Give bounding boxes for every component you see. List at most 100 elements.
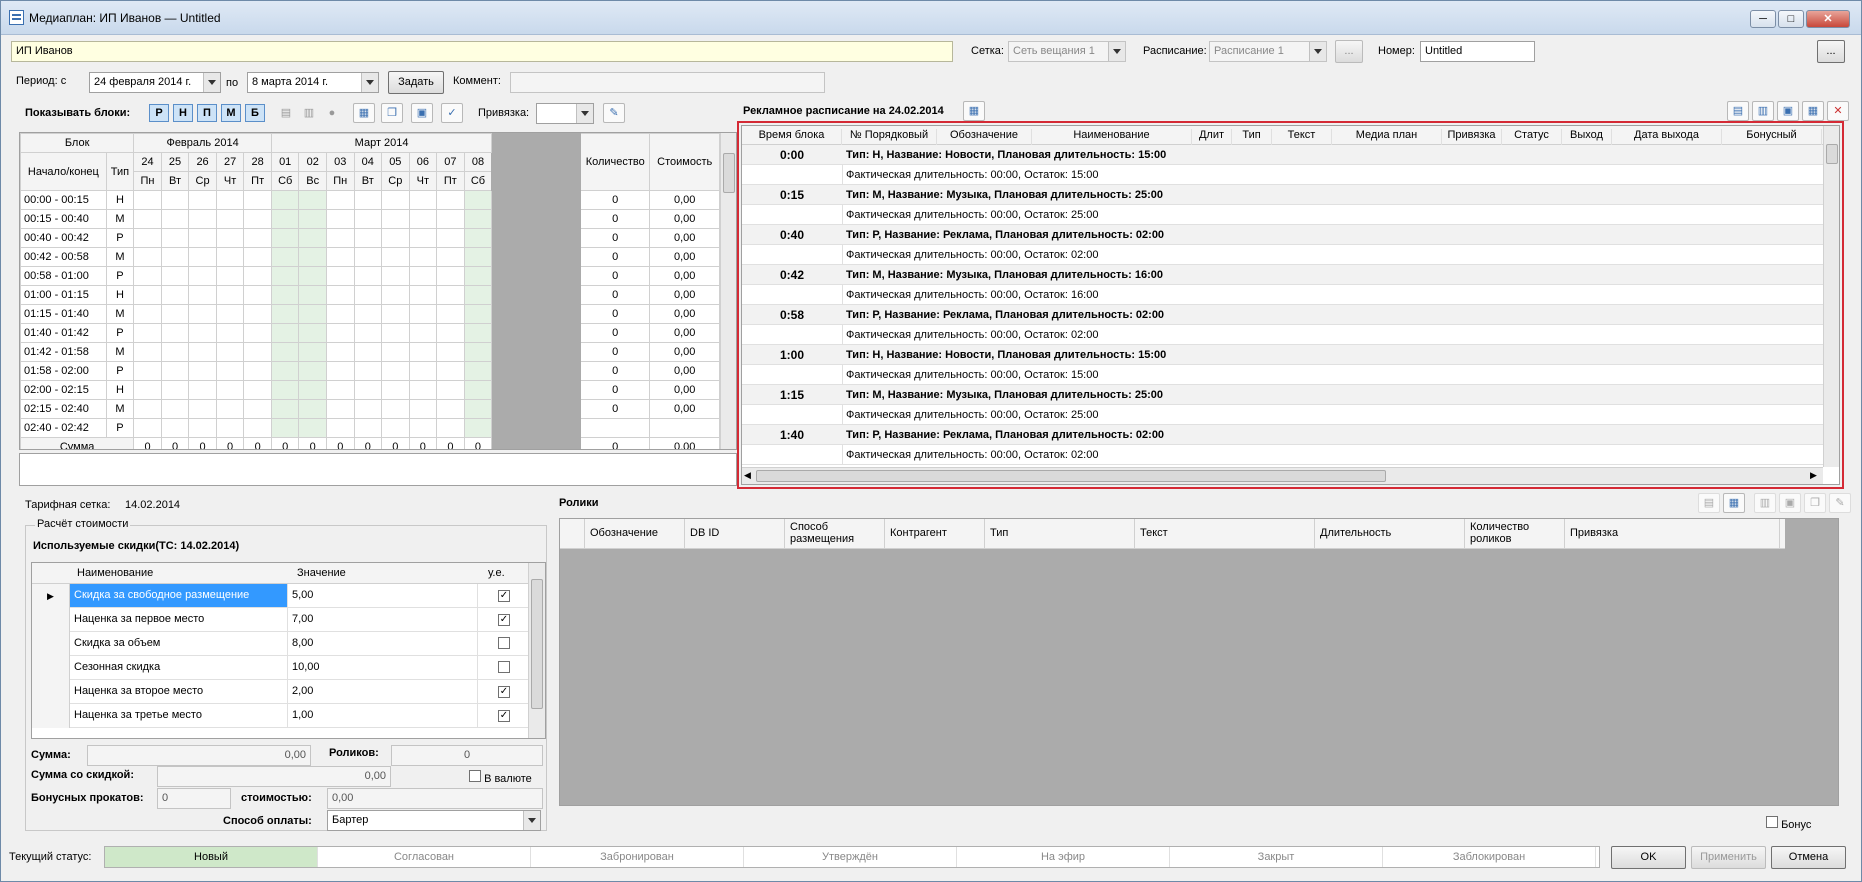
toggle-program-blocks[interactable]: П xyxy=(197,104,217,122)
day-cell[interactable] xyxy=(353,247,383,267)
day-cell[interactable] xyxy=(353,418,383,438)
day-cell[interactable] xyxy=(325,342,355,362)
comment-field[interactable] xyxy=(510,72,825,93)
day-cell[interactable] xyxy=(353,266,383,286)
day-cell[interactable] xyxy=(463,399,493,419)
day-cell[interactable] xyxy=(325,228,355,248)
day-cell[interactable] xyxy=(133,247,162,267)
day-cell[interactable] xyxy=(270,323,300,343)
day-cell[interactable] xyxy=(298,342,327,362)
day-cell[interactable] xyxy=(353,285,383,305)
day-cell[interactable] xyxy=(243,342,272,362)
day-cell[interactable] xyxy=(160,399,190,419)
day-cell[interactable] xyxy=(463,304,493,324)
day-cell[interactable] xyxy=(381,247,410,267)
day-cell[interactable] xyxy=(270,247,300,267)
discounts-grid[interactable]: Наименование Значение у.е. ▶ Скидка за св… xyxy=(31,562,546,739)
day-cell[interactable] xyxy=(298,228,327,248)
day-cell[interactable] xyxy=(160,380,190,400)
day-cell[interactable] xyxy=(436,266,465,286)
toggle-music-blocks[interactable]: М xyxy=(221,104,241,122)
toggle-news-blocks[interactable]: Н xyxy=(173,104,193,122)
day-cell[interactable] xyxy=(298,285,327,305)
day-cell[interactable] xyxy=(188,342,217,362)
rolls-tool-icon[interactable]: ▥ xyxy=(1754,493,1776,513)
day-cell[interactable] xyxy=(353,323,383,343)
currency-checkbox[interactable]: В валюте xyxy=(469,770,532,785)
day-cell[interactable] xyxy=(381,209,410,229)
day-cell[interactable] xyxy=(243,323,272,343)
schedule-column-header[interactable]: Длит xyxy=(1192,129,1232,145)
columns-icon[interactable]: ▥ xyxy=(298,103,320,123)
binding-select[interactable] xyxy=(536,103,594,124)
block-row[interactable]: 00:15 - 00:40 М 0 0,00 xyxy=(20,209,720,229)
client-field[interactable]: ИП Иванов xyxy=(11,41,953,62)
day-cell[interactable] xyxy=(436,209,465,229)
scrollbar-thumb[interactable] xyxy=(531,579,543,709)
close-button[interactable]: ✕ xyxy=(1806,10,1850,28)
day-cell[interactable] xyxy=(243,209,272,229)
day-cell[interactable] xyxy=(325,380,355,400)
day-cell[interactable] xyxy=(353,361,383,381)
discount-name[interactable]: Наценка за третье место xyxy=(70,704,288,727)
day-cell[interactable] xyxy=(188,323,217,343)
day-cell[interactable] xyxy=(188,418,217,438)
bonus-checkbox[interactable]: Бонус xyxy=(1766,816,1811,831)
rolls-grid[interactable]: Обозначение DB ID Способ размещения Контраг… xyxy=(559,518,1839,806)
delete-icon[interactable]: ✕ xyxy=(1827,101,1849,121)
day-cell[interactable] xyxy=(188,380,217,400)
rolls-column-header[interactable]: Способ размещения xyxy=(785,519,885,549)
day-cell[interactable] xyxy=(408,190,438,210)
schedule-block-row[interactable]: 0:40 Тип: Р, Название: Реклама, Плановая … xyxy=(742,225,1824,245)
day-cell[interactable] xyxy=(436,361,465,381)
day-cell[interactable] xyxy=(353,228,383,248)
day-cell[interactable] xyxy=(133,418,162,438)
day-cell[interactable] xyxy=(215,266,245,286)
schedule-hscroll[interactable]: ◀ ▶ xyxy=(742,467,1823,484)
day-cell[interactable] xyxy=(188,247,217,267)
day-cell[interactable] xyxy=(463,380,493,400)
day-cell[interactable] xyxy=(298,399,327,419)
day-cell[interactable] xyxy=(298,190,327,210)
row-header[interactable] xyxy=(32,704,70,728)
schedule-block-row[interactable]: 0:58 Тип: Р, Название: Реклама, Плановая … xyxy=(742,305,1824,325)
day-cell[interactable] xyxy=(436,342,465,362)
day-cell[interactable] xyxy=(408,247,438,267)
row-header[interactable] xyxy=(32,680,70,704)
schedule-block-row[interactable]: 0:00 Тип: Н, Название: Новости, Плановая … xyxy=(742,145,1824,165)
schedule-column-header[interactable]: Текст xyxy=(1272,129,1332,145)
payment-method-select[interactable]: Бартер xyxy=(327,810,541,831)
day-cell[interactable] xyxy=(298,380,327,400)
block-row[interactable]: 00:00 - 00:15 Н 0 0,00 xyxy=(20,190,720,210)
ad-schedule-grid[interactable]: Время блока № Порядковый Обозначение Наимен… xyxy=(741,125,1840,485)
day-cell[interactable] xyxy=(270,228,300,248)
day-cell[interactable] xyxy=(325,418,355,438)
schedule-fact-row[interactable]: Фактическая длительность: 00:00, Остаток… xyxy=(742,325,1824,345)
day-cell[interactable] xyxy=(463,418,493,438)
day-cell[interactable] xyxy=(160,304,190,324)
schedule-fact-row[interactable]: Фактическая длительность: 00:00, Остаток… xyxy=(742,205,1824,225)
discount-unit-checkbox[interactable]: ✓ xyxy=(498,709,510,722)
schedule-select[interactable]: Расписание 1 xyxy=(1209,41,1327,62)
day-cell[interactable] xyxy=(353,380,383,400)
day-cell[interactable] xyxy=(298,323,327,343)
table-view-icon[interactable]: ▦ xyxy=(353,103,375,123)
day-cell[interactable] xyxy=(243,266,272,286)
discount-unit-checkbox[interactable]: ✓ xyxy=(498,613,510,626)
schedule-column-header[interactable]: Выход xyxy=(1562,129,1612,145)
discount-row[interactable]: Наценка за третье место 1,00 ✓ xyxy=(32,704,528,728)
scrollbar-thumb[interactable] xyxy=(1826,144,1838,164)
day-cell[interactable] xyxy=(133,228,162,248)
discount-value[interactable]: 1,00 xyxy=(288,704,478,727)
discount-unit-checkbox[interactable] xyxy=(498,637,510,652)
day-cell[interactable] xyxy=(436,304,465,324)
day-cell[interactable] xyxy=(408,228,438,248)
copy-icon[interactable]: ❐ xyxy=(381,103,403,123)
day-cell[interactable] xyxy=(298,247,327,267)
blocks-grid[interactable]: Блок Февраль 2014 Март 2014 Количество С… xyxy=(19,132,737,450)
day-cell[interactable] xyxy=(270,380,300,400)
day-cell[interactable] xyxy=(325,323,355,343)
discount-unit-checkbox[interactable]: ✓ xyxy=(498,685,510,698)
day-cell[interactable] xyxy=(215,342,245,362)
day-cell[interactable] xyxy=(298,418,327,438)
